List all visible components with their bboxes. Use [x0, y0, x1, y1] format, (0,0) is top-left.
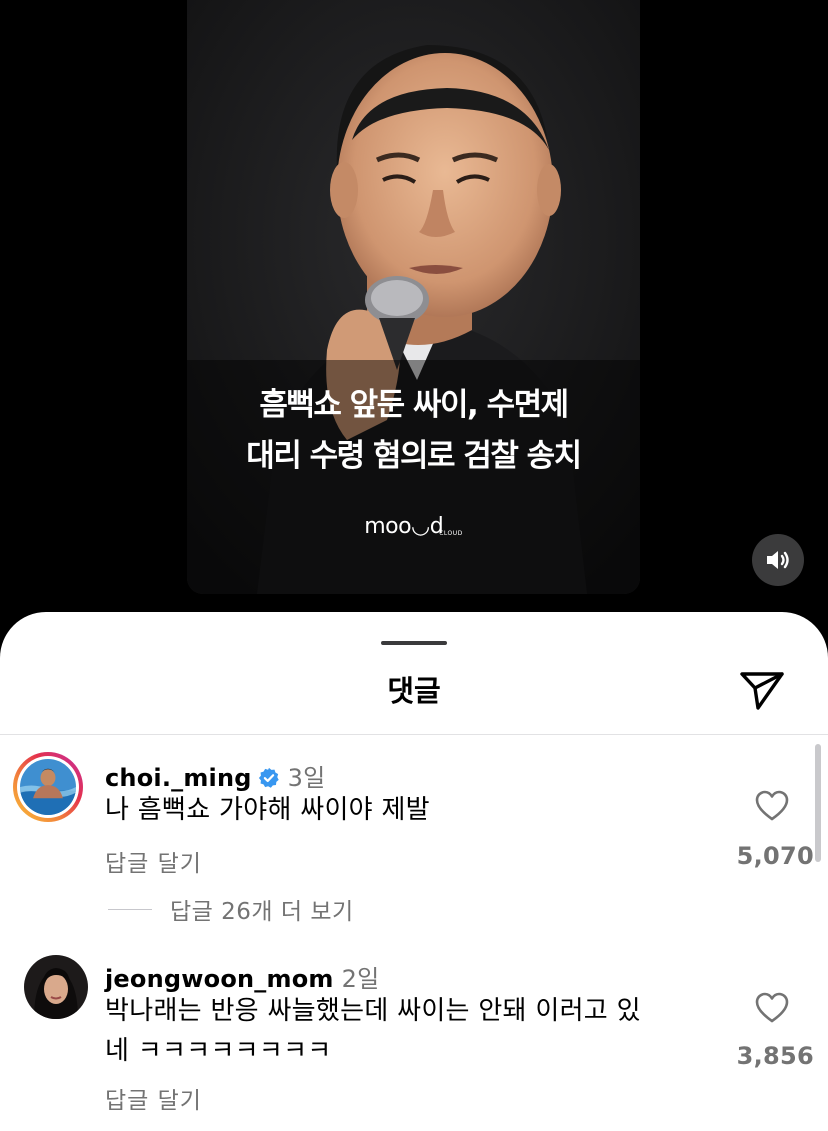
username-text[interactable]: jeongwoon_mom: [105, 965, 334, 993]
avatar[interactable]: [24, 955, 88, 1019]
reel-video-area[interactable]: 흠뻑쇼 앞둔 싸이, 수면제 대리 수령 혐의로 검찰 송치 moo◡dCLOU…: [0, 0, 828, 640]
heart-icon[interactable]: [755, 992, 789, 1024]
sheet-drag-handle[interactable]: [381, 641, 447, 645]
like-count: 3,856: [736, 1042, 814, 1070]
reel-video[interactable]: 흠뻑쇼 앞둔 싸이, 수면제 대리 수령 혐의로 검찰 송치 moo◡dCLOU…: [187, 0, 640, 594]
username-text[interactable]: choi._ming: [105, 764, 252, 792]
comment-time: 2일: [341, 965, 380, 993]
comment-username[interactable]: jeongwoon_mom 2일: [105, 959, 379, 994]
avatar-story-ring[interactable]: [13, 752, 83, 822]
reply-button[interactable]: 답글 달기: [105, 1081, 202, 1115]
comment-text-line-1: 박나래는 반응 싸늘했는데 싸이는 안돼 이러고 있: [105, 996, 641, 1026]
video-headline-line-1: 흠뻑쇼 앞둔 싸이, 수면제: [259, 387, 569, 423]
view-more-replies[interactable]: 답글 26개 더 보기: [108, 892, 354, 926]
verified-badge-icon: [258, 767, 279, 788]
share-button[interactable]: [736, 664, 788, 714]
avatar: [20, 759, 76, 815]
video-headline-line-2: 대리 수령 혐의로 검찰 송치: [246, 438, 582, 474]
comment-time: 3일: [287, 764, 326, 792]
reply-button[interactable]: 답글 달기: [105, 844, 202, 878]
view-replies-text[interactable]: 답글 26개 더 보기: [170, 892, 354, 926]
sheet-divider: [0, 734, 828, 735]
moodcloud-logo: moo◡dCLOUD: [187, 514, 640, 539]
comment-text: 박나래는 반응 싸늘했는데 싸이는 안돼 이러고 있 네 ㅋㅋㅋㅋㅋㅋㅋㅋ: [105, 991, 725, 1071]
comment-item: jeongwoon_mom 2일 박나래는 반응 싸늘했는데 싸이는 안돼 이러고…: [0, 955, 828, 1115]
like-count: 5,070: [736, 842, 814, 870]
comment-username[interactable]: choi._ming 3일: [105, 758, 325, 793]
comments-sheet[interactable]: 댓글 choi._ming 3일 나 흠뻑쇼 가야해 싸이야 제발 답글 달기 …: [0, 612, 828, 1131]
video-headline: 흠뻑쇼 앞둔 싸이, 수면제 대리 수령 혐의로 검찰 송치: [187, 380, 640, 482]
sheet-title: 댓글: [387, 674, 441, 708]
logo-wordmark: moo◡d: [364, 514, 444, 539]
paper-plane-icon: [740, 672, 784, 710]
logo-subtext: CLOUD: [439, 530, 463, 537]
speaker-wave-icon: [767, 551, 789, 569]
sound-toggle-button[interactable]: [752, 534, 804, 586]
comment-text: 나 흠뻑쇼 가야해 싸이야 제발: [105, 795, 430, 825]
comment-item: choi._ming 3일 나 흠뻑쇼 가야해 싸이야 제발 답글 달기 5,07…: [0, 752, 828, 902]
heart-icon[interactable]: [755, 790, 789, 822]
comment-text-line-2: 네 ㅋㅋㅋㅋㅋㅋㅋㅋ: [105, 1036, 332, 1066]
video-frame-image: [187, 0, 640, 594]
replies-divider-line: [108, 908, 152, 910]
